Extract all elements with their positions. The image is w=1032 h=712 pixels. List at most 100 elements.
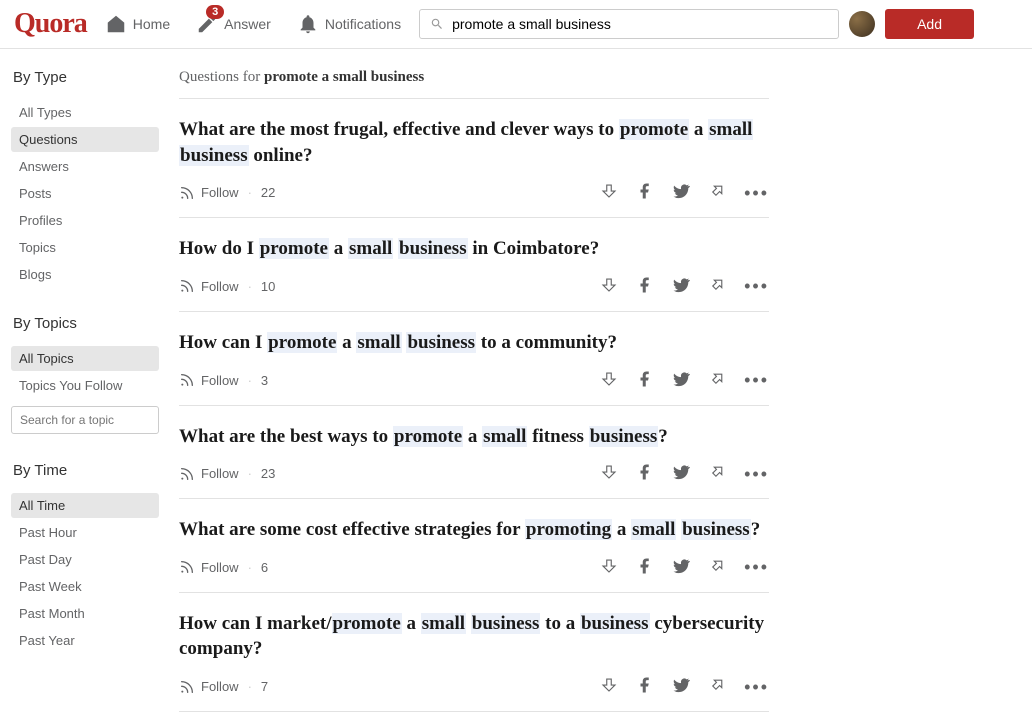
rss-icon [179, 559, 195, 575]
sidebar-item[interactable]: Past Day [11, 547, 159, 572]
avatar[interactable] [849, 11, 875, 37]
question-item: What are the best ways to promote a smal… [179, 406, 769, 500]
home-icon [105, 13, 127, 35]
answer-badge: 3 [206, 5, 224, 19]
downvote-icon[interactable] [600, 370, 618, 391]
question-title[interactable]: How can I market/promote a small busines… [179, 611, 769, 662]
nav-notifications[interactable]: Notifications [289, 9, 409, 39]
downvote-icon[interactable] [600, 182, 618, 203]
question-title[interactable]: What are the most frugal, effective and … [179, 117, 769, 168]
more-icon[interactable]: ••• [744, 563, 769, 571]
question-actions: Follow·7 ••• [179, 676, 769, 697]
sidebar-item[interactable]: Blogs [11, 262, 159, 287]
share-actions: ••• [600, 370, 769, 391]
filter-by-type: By Type All TypesQuestionsAnswersPostsPr… [11, 69, 159, 287]
share-icon[interactable] [708, 182, 726, 203]
more-icon[interactable]: ••• [744, 470, 769, 478]
downvote-icon[interactable] [600, 557, 618, 578]
sidebar-item[interactable]: Topics You Follow [11, 373, 159, 398]
share-icon[interactable] [708, 463, 726, 484]
question-actions: Follow·22 ••• [179, 182, 769, 203]
logo[interactable]: Quora [14, 8, 87, 40]
more-icon[interactable]: ••• [744, 376, 769, 384]
downvote-icon[interactable] [600, 276, 618, 297]
follow-button[interactable]: Follow·3 [179, 372, 268, 388]
search-icon [430, 17, 444, 31]
share-actions: ••• [600, 557, 769, 578]
facebook-icon[interactable] [636, 182, 654, 203]
sidebar-item[interactable]: Answers [11, 154, 159, 179]
nav-home[interactable]: Home [97, 9, 178, 39]
follow-button[interactable]: Follow·10 [179, 278, 275, 294]
question-title[interactable]: What are some cost effective strategies … [179, 517, 769, 543]
facebook-icon[interactable] [636, 557, 654, 578]
sidebar: By Type All TypesQuestionsAnswersPostsPr… [11, 69, 179, 712]
nav-notifications-label: Notifications [325, 16, 401, 32]
downvote-icon[interactable] [600, 676, 618, 697]
question-actions: Follow·10 ••• [179, 276, 769, 297]
sidebar-item[interactable]: Questions [11, 127, 159, 152]
question-title[interactable]: How do I promote a small business in Coi… [179, 236, 769, 262]
question-title[interactable]: What are the best ways to promote a smal… [179, 424, 769, 450]
rss-icon [179, 466, 195, 482]
share-actions: ••• [600, 463, 769, 484]
sidebar-item[interactable]: All Topics [11, 346, 159, 371]
twitter-icon[interactable] [672, 276, 690, 297]
question-actions: Follow·6 ••• [179, 557, 769, 578]
filter-by-time: By Time All TimePast HourPast DayPast We… [11, 462, 159, 653]
rss-icon [179, 278, 195, 294]
add-button[interactable]: Add [885, 9, 974, 39]
nav-home-label: Home [133, 16, 170, 32]
rss-icon [179, 679, 195, 695]
twitter-icon[interactable] [672, 557, 690, 578]
nav-answer[interactable]: Answer 3 [188, 9, 279, 39]
sidebar-item[interactable]: All Types [11, 100, 159, 125]
twitter-icon[interactable] [672, 370, 690, 391]
facebook-icon[interactable] [636, 370, 654, 391]
results-header-prefix: Questions for [179, 69, 264, 85]
results-header-query: promote a small business [264, 69, 424, 85]
twitter-icon[interactable] [672, 182, 690, 203]
twitter-icon[interactable] [672, 676, 690, 697]
follow-button[interactable]: Follow·22 [179, 185, 275, 201]
share-icon[interactable] [708, 276, 726, 297]
share-icon[interactable] [708, 557, 726, 578]
sidebar-item[interactable]: Past Month [11, 601, 159, 626]
rss-icon [179, 372, 195, 388]
question-title[interactable]: How can I promote a small business to a … [179, 330, 769, 356]
filter-by-topics: By Topics All TopicsTopics You Follow [11, 315, 159, 434]
sidebar-item[interactable]: Past Hour [11, 520, 159, 545]
sidebar-item[interactable]: Past Year [11, 628, 159, 653]
downvote-icon[interactable] [600, 463, 618, 484]
search-input[interactable] [452, 16, 828, 32]
share-icon[interactable] [708, 370, 726, 391]
follow-button[interactable]: Follow·7 [179, 679, 268, 695]
sidebar-item[interactable]: Past Week [11, 574, 159, 599]
top-header: Quora Home Answer 3 Notifications Add [0, 0, 1032, 49]
more-icon[interactable]: ••• [744, 189, 769, 197]
facebook-icon[interactable] [636, 463, 654, 484]
topic-search-input[interactable] [11, 406, 159, 434]
rss-icon [179, 185, 195, 201]
share-actions: ••• [600, 676, 769, 697]
follow-button[interactable]: Follow·6 [179, 559, 268, 575]
facebook-icon[interactable] [636, 276, 654, 297]
sidebar-item[interactable]: Posts [11, 181, 159, 206]
more-icon[interactable]: ••• [744, 282, 769, 290]
bell-icon [297, 13, 319, 35]
share-actions: ••• [600, 182, 769, 203]
follow-button[interactable]: Follow·23 [179, 466, 275, 482]
search-box[interactable] [419, 9, 839, 39]
results-header: Questions for promote a small business [179, 69, 769, 99]
sidebar-item[interactable]: Topics [11, 235, 159, 260]
share-icon[interactable] [708, 676, 726, 697]
facebook-icon[interactable] [636, 676, 654, 697]
question-item: How can I market/promote a small busines… [179, 593, 769, 712]
more-icon[interactable]: ••• [744, 683, 769, 691]
sidebar-item[interactable]: Profiles [11, 208, 159, 233]
sidebar-item[interactable]: All Time [11, 493, 159, 518]
question-item: What are the most frugal, effective and … [179, 99, 769, 218]
share-actions: ••• [600, 276, 769, 297]
question-item: How can I promote a small business to a … [179, 312, 769, 406]
twitter-icon[interactable] [672, 463, 690, 484]
